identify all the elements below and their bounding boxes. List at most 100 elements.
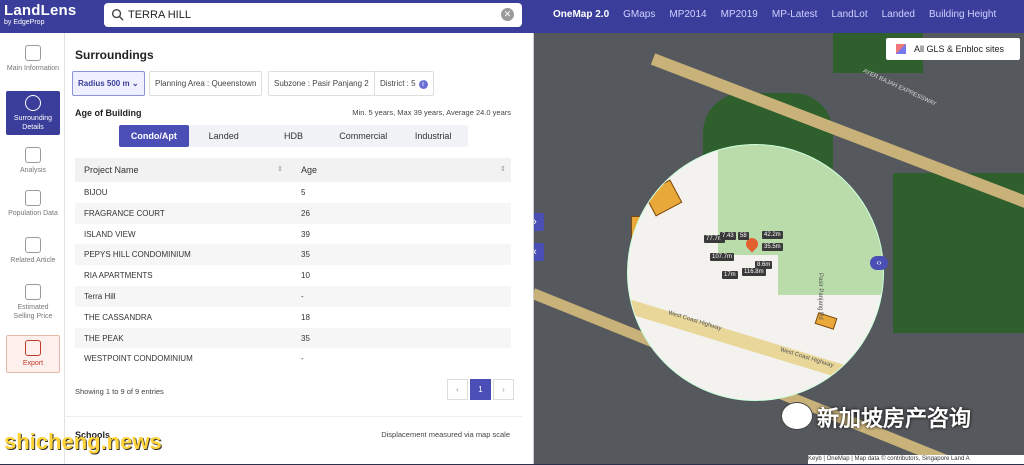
tab-landed[interactable]: Landed <box>189 125 259 147</box>
wechat-icon <box>781 402 813 430</box>
surroundings-icon <box>25 95 41 111</box>
table-row: PEPYS HILL CONDOMINIUM 35 <box>75 244 511 266</box>
project-name-cell: WESTPOINT CONDOMINIUM <box>84 354 193 364</box>
sort-icon[interactable]: ⇕ <box>277 165 283 173</box>
search-value: TERRA HILL <box>128 9 191 21</box>
distance-label: 7.43 <box>720 232 736 240</box>
project-name-cell: ISLAND VIEW <box>84 229 136 239</box>
info-icon[interactable]: i <box>418 80 428 89</box>
table-body: BIJOU 5 FRAGRANCE COURT 26 ISLAND VIEW 39 PEPY… <box>75 182 511 369</box>
age-cell: 35 <box>301 333 310 343</box>
prev-page-button[interactable]: ‹ <box>447 379 468 400</box>
layers-icon <box>896 44 906 54</box>
age-summary: Min. 5 years, Max 39 years, Average 24.0… <box>352 108 511 117</box>
table-row: THE PEAK 35 <box>75 327 511 349</box>
age-table: Project Name ⇕ Age ⇕ BIJOU 5 FRAGRANCE COU… <box>75 158 511 369</box>
project-name-cell: RIA APARTMENTS <box>84 271 153 281</box>
page-1-button[interactable]: 1 <box>470 379 491 400</box>
tab-building-height[interactable]: Building Height <box>929 9 996 20</box>
age-cell: 39 <box>301 229 310 239</box>
wechat-watermark: 新加坡房产咨询 <box>817 406 972 431</box>
project-name-cell: THE PEAK <box>84 333 124 343</box>
radius-value: Radius 500 m <box>78 79 130 88</box>
tab-industrial[interactable]: Industrial <box>398 125 468 147</box>
distance-label: 42.2m <box>762 231 783 239</box>
planning-area-chip: Planning Area : Queenstown <box>149 71 263 96</box>
distance-label: 107.7m <box>710 253 735 261</box>
landlens-logo[interactable]: LandLens by EdgeProp <box>4 3 76 27</box>
export-button[interactable]: Export <box>6 335 60 373</box>
district-value: District : 5 <box>380 79 416 88</box>
map-attribution: Keyb | OneMap | Map data © contributors,… <box>808 455 1024 464</box>
tab-gmaps[interactable]: GMaps <box>623 9 655 20</box>
age-cell: 5 <box>301 188 306 197</box>
project-name-cell: THE CASSANDRA <box>84 312 153 322</box>
top-bar: LandLens by EdgeProp TERRA HILL ✕ OneMap… <box>0 0 1024 33</box>
road-label: Pasir Panjang Rd <box>817 273 823 320</box>
nav-label: Related Article <box>10 257 56 264</box>
export-icon <box>25 340 41 356</box>
radius-select[interactable]: Radius 500 m ⌄ <box>72 71 145 96</box>
age-cell: 35 <box>301 250 310 260</box>
next-page-button[interactable]: › <box>493 379 514 400</box>
population-icon <box>25 190 41 206</box>
gls-label: All GLS & Enbloc sites <box>914 44 1005 54</box>
subzone-chip: Subzone : Pasir Panjang 2 <box>268 71 375 96</box>
entries-info: Showing 1 to 9 of 9 entries <box>75 387 164 396</box>
age-cell: - <box>301 291 304 301</box>
tab-mp-latest[interactable]: MP-Latest <box>772 9 818 20</box>
radius-resize-handle[interactable]: ‹› <box>870 256 888 270</box>
age-cell: 26 <box>301 208 310 218</box>
tab-landlot[interactable]: LandLot <box>831 9 867 20</box>
nav-surrounding-details[interactable]: Surrounding Details <box>6 91 60 135</box>
site-watermark: shicheng.news <box>4 429 162 454</box>
distance-label: 58 <box>738 232 749 240</box>
age-cell: 10 <box>301 271 310 281</box>
clear-search-icon[interactable]: ✕ <box>501 8 514 21</box>
chevron-down-icon: ⌄ <box>131 79 139 88</box>
gls-enbloc-toggle[interactable]: All GLS & Enbloc sites <box>886 38 1020 60</box>
table-header: Project Name ⇕ Age ⇕ <box>75 158 511 182</box>
brand-sub: by EdgeProp <box>4 19 45 26</box>
side-navigation: Main Information Surrounding Details Ana… <box>0 33 65 464</box>
surroundings-content: Surroundings Radius 500 m ⌄ Planning Are… <box>64 33 533 464</box>
info-card-icon <box>25 45 41 61</box>
nav-analysis[interactable]: Analysis <box>6 147 60 175</box>
column-project-name[interactable]: Project Name <box>84 165 139 175</box>
brand-name: LandLens <box>4 2 77 19</box>
column-age[interactable]: Age <box>301 165 317 175</box>
search-input[interactable]: TERRA HILL ✕ <box>104 3 522 27</box>
tab-hdb[interactable]: HDB <box>259 125 329 147</box>
tab-mp2014[interactable]: MP2014 <box>669 9 706 20</box>
details-panel: Main Information Surrounding Details Ana… <box>0 33 534 464</box>
tab-mp2019[interactable]: MP2019 <box>721 9 758 20</box>
nav-label: Analysis <box>19 167 47 174</box>
circle-green-area <box>778 235 883 295</box>
nav-main-information[interactable]: Main Information <box>6 45 60 73</box>
sort-icon[interactable]: ⇕ <box>500 165 506 173</box>
pagination: ‹ 1 › <box>445 379 514 400</box>
tab-condo-apt[interactable]: Condo/Apt <box>119 125 189 147</box>
distance-label: 35.5m <box>762 243 783 251</box>
project-name-cell: PEPYS HILL CONDOMINIUM <box>84 250 191 260</box>
table-row: WESTPOINT CONDOMINIUM - <box>75 348 511 369</box>
age-cell: 18 <box>301 312 310 322</box>
page-title: Surroundings <box>75 48 154 62</box>
project-name-cell: Terra Hill <box>84 291 116 301</box>
tab-landed[interactable]: Landed <box>882 9 915 20</box>
nav-related-article[interactable]: Related Article <box>6 237 60 265</box>
distance-label: 17m <box>722 271 738 279</box>
schools-note: Displacement measured via map scale <box>381 430 510 439</box>
table-row: BIJOU 5 <box>75 182 511 203</box>
nav-label: Estimated Selling Price <box>13 304 53 320</box>
nav-estimated-selling-price[interactable]: Estimated Selling Price <box>6 284 60 321</box>
age-cell: - <box>301 354 304 364</box>
tab-commercial[interactable]: Commercial <box>328 125 398 147</box>
nav-population-data[interactable]: Population Data <box>6 190 60 218</box>
table-row: FRAGRANCE COURT 26 <box>75 202 511 224</box>
table-row: ISLAND VIEW 39 <box>75 224 511 245</box>
tab-onemap[interactable]: OneMap 2.0 <box>553 9 609 20</box>
age-title: Age of Building <box>75 108 142 118</box>
project-name-cell: BIJOU <box>84 188 108 197</box>
project-name-cell: FRAGRANCE COURT <box>84 208 165 218</box>
